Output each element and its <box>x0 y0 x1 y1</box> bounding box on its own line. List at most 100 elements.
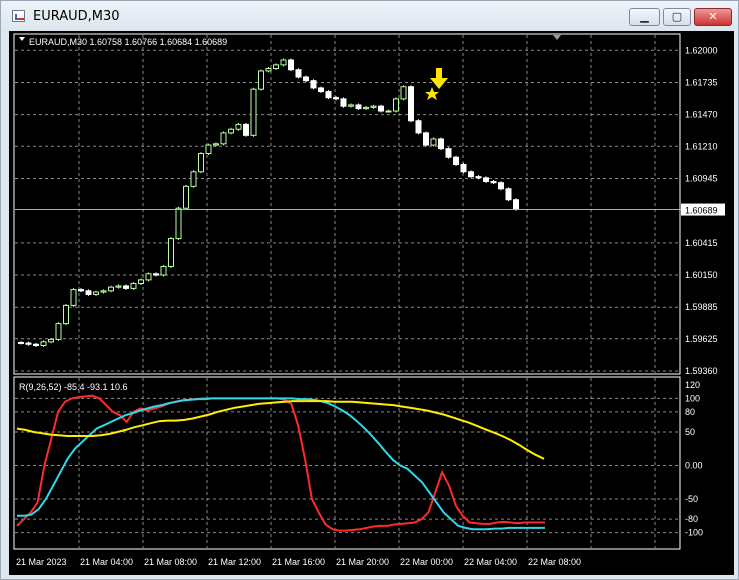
price-tick-label: 1.59360 <box>685 366 718 376</box>
candle-body <box>393 98 399 112</box>
grid <box>15 35 679 548</box>
candle-body <box>370 105 377 108</box>
candle-body <box>295 69 302 78</box>
time-tick-label: 22 Mar 08:00 <box>528 557 581 567</box>
candle-body <box>183 185 189 209</box>
candle-body <box>130 283 137 289</box>
indicator-tick-label: 120 <box>685 380 700 390</box>
chart-window-icon <box>12 10 25 22</box>
candle-body <box>408 86 414 122</box>
candle-body <box>138 279 144 285</box>
chart-canvas[interactable]: EURAUD,M30 1.60758 1.60766 1.60684 1.606… <box>9 31 734 575</box>
candle-body <box>205 144 212 155</box>
main-panel-border <box>13 33 681 375</box>
price-tick-label: 1.61210 <box>685 141 718 151</box>
candle-body <box>400 86 407 100</box>
candles <box>18 58 519 347</box>
candle-body <box>318 87 324 93</box>
candle-body <box>513 199 519 210</box>
candle-body <box>63 304 69 325</box>
candle-body <box>498 182 504 190</box>
candle-body <box>385 110 392 113</box>
minimize-button[interactable]: ▁ <box>629 8 660 26</box>
candle-body <box>160 266 167 276</box>
price-tick-label: 1.61470 <box>685 110 718 120</box>
indicator-lines <box>16 394 545 532</box>
candle-body <box>153 273 159 276</box>
indicator-tick-label: 80 <box>685 407 695 417</box>
candle-body <box>333 97 339 100</box>
price-tick-label: 1.61735 <box>685 77 718 87</box>
candle-body <box>363 106 369 110</box>
candle-body <box>48 338 54 343</box>
candle-body <box>108 286 114 292</box>
candle-body <box>168 238 174 268</box>
candle-body <box>100 290 107 293</box>
indicator-tick-label: -50 <box>685 494 698 504</box>
candle-body <box>55 323 62 340</box>
sell-signal-arrow-icon <box>430 68 448 89</box>
candle-body <box>453 156 459 165</box>
candle-body <box>123 285 129 289</box>
candle-body <box>445 148 452 158</box>
candle-body <box>475 176 482 179</box>
window-title: EURAUD,M30 <box>33 9 120 24</box>
indicator-tick-label: -100 <box>685 528 703 538</box>
candle-body <box>243 123 249 136</box>
candle-body <box>490 180 497 184</box>
price-tick-label: 1.60415 <box>685 238 718 248</box>
candle-body <box>483 177 489 182</box>
candle-body <box>85 290 92 295</box>
chart-menu-arrow-icon[interactable] <box>19 37 25 41</box>
candle-body <box>468 171 474 178</box>
time-tick-label: 21 Mar 16:00 <box>272 557 325 567</box>
chart-area[interactable]: EURAUD,M30 1.60758 1.60766 1.60684 1.606… <box>9 31 734 575</box>
candle-body <box>265 68 272 72</box>
candle-body <box>93 291 99 295</box>
chart-header: EURAUD,M30 1.60758 1.60766 1.60684 1.606… <box>29 37 227 47</box>
candle-body <box>250 88 257 136</box>
candle-body <box>220 132 227 145</box>
title-bar[interactable]: EURAUD,M30 ▁ ▢ ✕ <box>1 1 738 31</box>
candle-body <box>273 64 279 70</box>
time-tick-label: 22 Mar 04:00 <box>464 557 517 567</box>
candle-body <box>70 289 77 306</box>
candle-body <box>190 171 197 187</box>
price-tick-label: 1.59625 <box>685 334 718 344</box>
indicator-line-cyan <box>17 397 545 531</box>
candle-body <box>78 289 84 292</box>
price-tick-label: 1.59885 <box>685 302 718 312</box>
indicator-tick-label: 100 <box>685 393 700 403</box>
candle-body <box>235 123 242 130</box>
candle-body <box>228 128 234 134</box>
time-tick-label: 21 Mar 20:00 <box>336 557 389 567</box>
candle-body <box>288 59 294 71</box>
current-price-label: 1.60689 <box>685 206 718 216</box>
indicator-tick-label: 50 <box>685 427 695 437</box>
price-tick-label: 1.62000 <box>685 45 718 55</box>
candle-body <box>430 138 437 146</box>
price-tick-label: 1.60945 <box>685 173 718 183</box>
candle-body <box>18 341 24 344</box>
candle-body <box>348 104 354 107</box>
time-tick-label: 21 Mar 08:00 <box>144 557 197 567</box>
candle-body <box>280 59 287 66</box>
candle-body <box>115 285 122 288</box>
shift-marker-icon[interactable] <box>553 35 561 40</box>
candle-body <box>505 188 512 201</box>
close-button[interactable]: ✕ <box>694 8 732 26</box>
candle-body <box>198 153 204 173</box>
candle-body <box>175 207 182 240</box>
indicator-line-red <box>16 394 545 532</box>
maximize-button[interactable]: ▢ <box>663 8 691 26</box>
price-tick-label: 1.60150 <box>685 270 718 280</box>
candle-body <box>325 91 332 99</box>
candle-body <box>303 76 309 82</box>
candle-body <box>340 98 347 107</box>
indicator-header: R(9,26,52) -85.4 -93.1 10.6 <box>19 382 128 392</box>
candle-body <box>25 342 32 345</box>
indicator-tick-label: -80 <box>685 514 698 524</box>
time-tick-label: 21 Mar 12:00 <box>208 557 261 567</box>
candle-body <box>258 70 264 90</box>
candle-body <box>423 132 429 146</box>
